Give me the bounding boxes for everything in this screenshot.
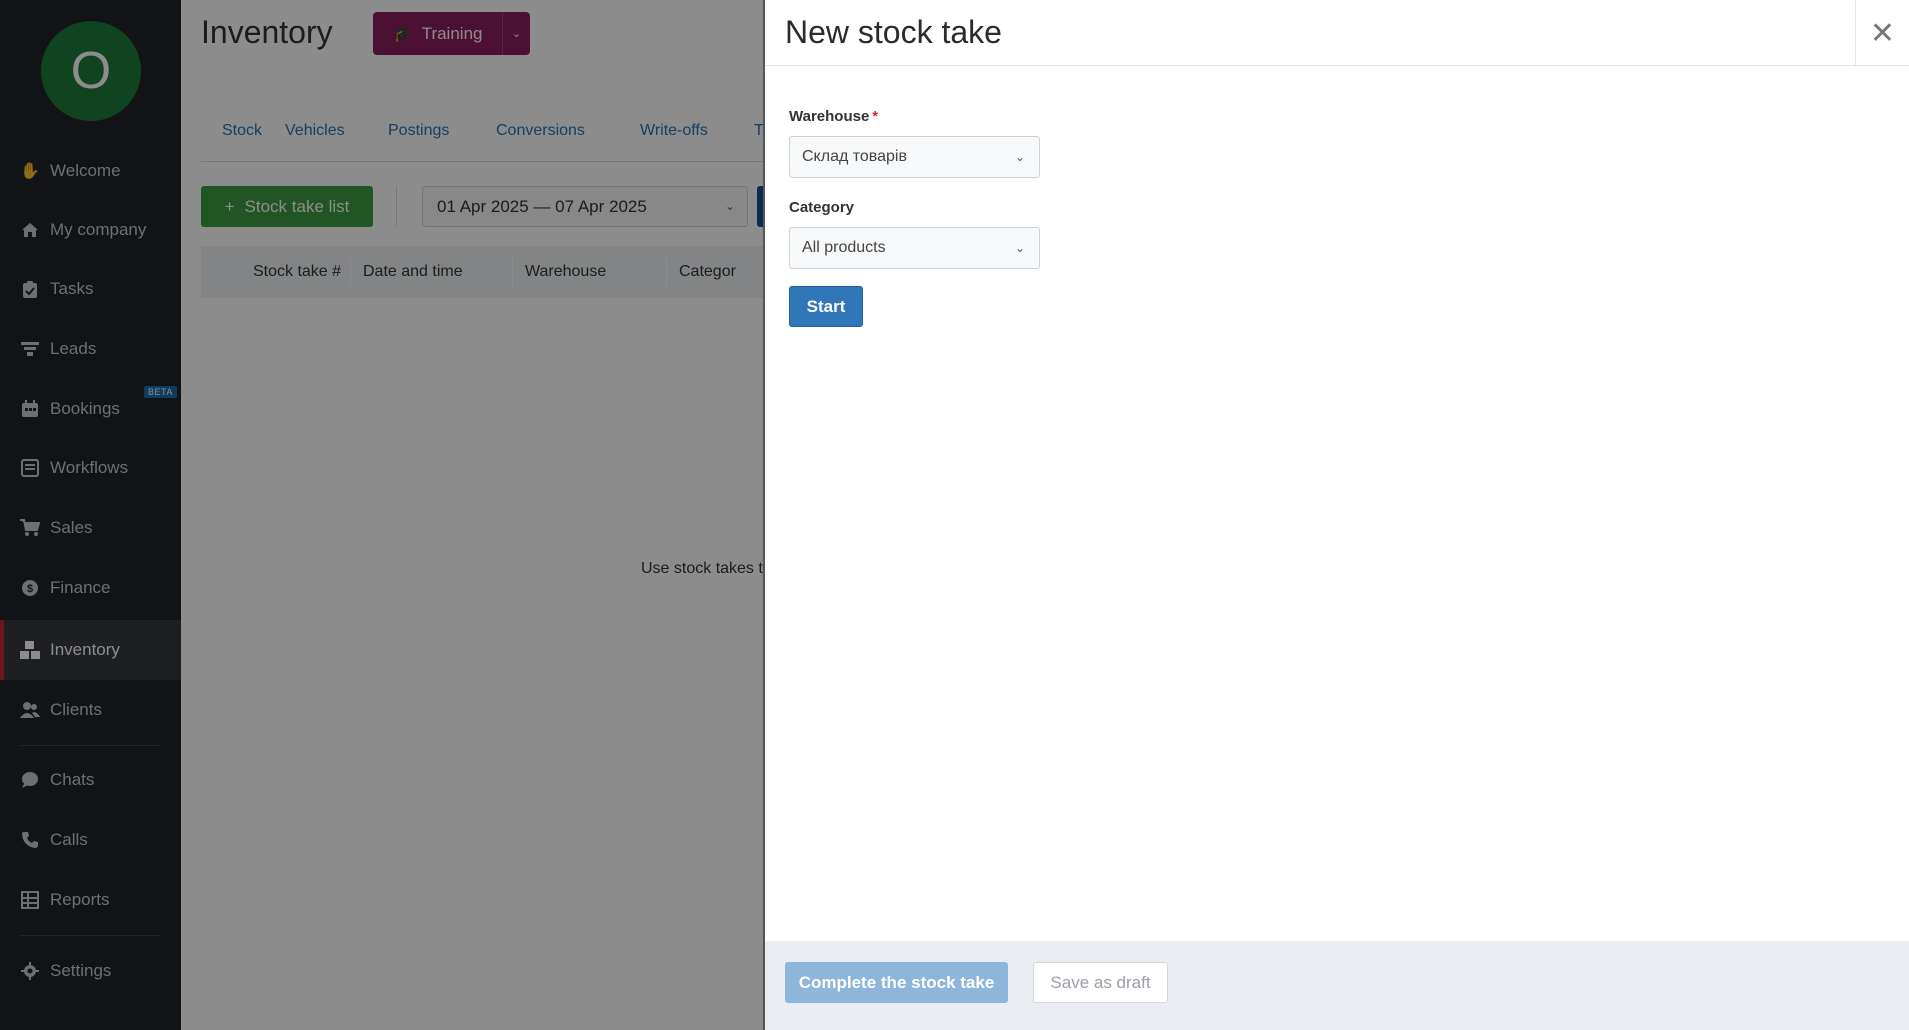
chevron-down-icon: ⌄ <box>1014 241 1025 255</box>
drawer-footer: Complete the stock take Save as draft <box>765 941 1909 1030</box>
warehouse-label-text: Warehouse <box>789 108 870 125</box>
modal-overlay[interactable] <box>0 0 765 1030</box>
close-icon: ✕ <box>1869 16 1896 50</box>
drawer-title: New stock take <box>785 14 1002 50</box>
category-select[interactable]: All products ⌄ <box>789 227 1040 269</box>
chevron-down-icon: ⌄ <box>1014 150 1025 164</box>
warehouse-label: Warehouse * <box>789 108 878 125</box>
warehouse-select[interactable]: Склад товарів ⌄ <box>789 136 1040 178</box>
category-label: Category <box>789 199 855 216</box>
category-value: All products <box>802 239 886 256</box>
warehouse-value: Склад товарів <box>802 148 907 165</box>
required-asterisk: * <box>872 108 879 125</box>
start-button[interactable]: Start <box>789 286 863 327</box>
save-as-draft-button[interactable]: Save as draft <box>1033 962 1168 1003</box>
complete-stock-take-button[interactable]: Complete the stock take <box>785 962 1008 1003</box>
drawer-header: New stock take ✕ <box>765 0 1909 66</box>
close-button[interactable]: ✕ <box>1855 0 1909 66</box>
new-stock-take-drawer: New stock take ✕ Warehouse * Склад товарі… <box>763 0 1909 1030</box>
